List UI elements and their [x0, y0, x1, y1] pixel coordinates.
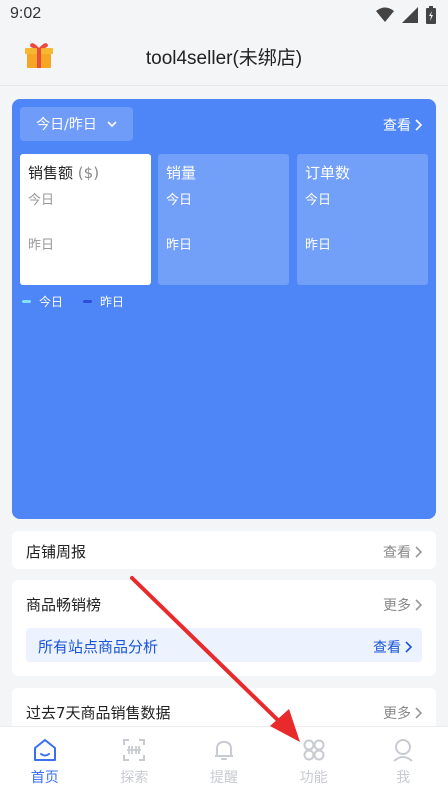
page-title: tool4seller(未绑店) [145, 48, 303, 69]
bestsellers-card: 商品畅销榜 更多 所有站点商品分析 查看 [12, 580, 436, 676]
weekly-report-view-label: 查看 [383, 545, 411, 561]
bell-icon [214, 741, 233, 760]
chevron-right-icon [415, 546, 422, 558]
bestsellers-title: 商品畅销榜 [26, 596, 102, 614]
legend-yesterday-swatch [83, 300, 93, 303]
past-7-days-title: 过去7天商品销售数据 [26, 704, 171, 722]
legend-today: 今日 [22, 293, 63, 310]
status-time: 9:02 [10, 5, 42, 22]
past-7-days-more-link[interactable]: 更多 [383, 703, 422, 723]
date-range-label: 今日/昨日 [36, 117, 97, 133]
bestsellers-more-link[interactable]: 更多 [383, 595, 422, 615]
tab-features[interactable]: 功能 [269, 727, 359, 796]
tab-reminders-label: 提醒 [209, 770, 238, 786]
overview-view-label: 查看 [383, 118, 411, 134]
tab-home[interactable]: 首页 [0, 727, 90, 796]
bottom-tab-bar: 首页 探索 提醒 功能 我 [0, 726, 448, 796]
weekly-report-card[interactable]: 店铺周报 查看 [12, 531, 436, 569]
all-sites-analysis-view-label: 查看 [373, 640, 401, 656]
metric-unit: ($) [77, 164, 100, 182]
metric-title: 销售额 ($) [28, 164, 100, 182]
tab-reminders[interactable]: 提醒 [179, 727, 269, 796]
metric-yesterday-label: 昨日 [305, 238, 332, 253]
chevron-right-icon [405, 641, 412, 653]
chevron-right-icon [415, 599, 422, 611]
scan-icon [123, 739, 146, 761]
weekly-report-view-link[interactable]: 查看 [383, 542, 422, 562]
metric-orders[interactable]: 订单数 今日 昨日 [297, 154, 428, 285]
wifi-icon [376, 7, 394, 22]
metric-yesterday-label: 昨日 [166, 238, 193, 253]
battery-icon [426, 6, 436, 24]
legend-today-label: 今日 [39, 295, 64, 309]
chevron-right-icon [415, 119, 422, 131]
signal-icon [402, 7, 418, 23]
tab-me[interactable]: 我 [358, 727, 448, 796]
chevron-down-icon [107, 121, 117, 127]
past-7-days-more-label: 更多 [383, 706, 411, 722]
user-icon [393, 739, 413, 762]
app-header: tool4seller(未绑店) [0, 30, 448, 86]
legend-yesterday-label: 昨日 [100, 295, 125, 309]
bestsellers-more-label: 更多 [383, 598, 411, 614]
metric-yesterday-label: 昨日 [28, 238, 55, 253]
legend-yesterday: 昨日 [83, 293, 124, 310]
status-icons [376, 6, 436, 24]
date-range-dropdown[interactable]: 今日/昨日 [20, 107, 133, 141]
metric-today-label: 今日 [28, 193, 55, 208]
tab-home-label: 首页 [30, 770, 59, 786]
all-sites-analysis-row[interactable]: 所有站点商品分析 查看 [26, 628, 422, 662]
grid-icon [303, 739, 325, 761]
home-icon [33, 739, 56, 761]
tab-explore-label: 探索 [120, 770, 149, 786]
legend-today-swatch [22, 300, 31, 303]
all-sites-analysis-title: 所有站点商品分析 [38, 638, 159, 656]
tab-explore[interactable]: 探索 [90, 727, 180, 796]
weekly-report-title: 店铺周报 [26, 543, 87, 561]
tab-me-label: 我 [396, 770, 411, 786]
chart-legend: 今日 昨日 [22, 293, 124, 310]
metric-sales-amount[interactable]: 销售额 ($) 今日 昨日 [20, 154, 151, 285]
metric-today-label: 今日 [166, 193, 193, 208]
metric-title: 订单数 [305, 164, 351, 182]
chevron-right-icon [415, 707, 422, 719]
tab-features-label: 功能 [299, 770, 328, 786]
overview-view-link[interactable]: 查看 [383, 115, 422, 135]
sales-overview-card: 今日/昨日 查看 销售额 ($) 今日 昨日 销量 今日 昨日 订单数 今日 昨… [12, 99, 436, 519]
metric-title: 销量 [166, 164, 197, 182]
status-bar: 9:02 [0, 0, 448, 30]
all-sites-analysis-view[interactable]: 查看 [373, 637, 412, 657]
metric-units-sold[interactable]: 销量 今日 昨日 [158, 154, 289, 285]
metric-today-label: 今日 [305, 193, 332, 208]
